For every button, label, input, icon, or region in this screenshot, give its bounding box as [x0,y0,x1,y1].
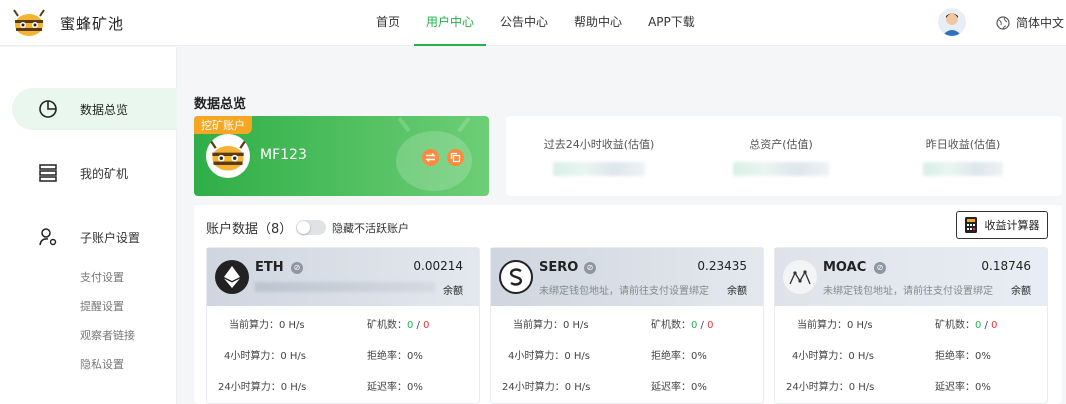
nav-app-download[interactable]: APP下载 [636,0,707,46]
user-avatar[interactable] [938,8,966,36]
miner-count: 矿机数：0 / 0 [367,320,430,331]
coin-balance: 0.00214 [413,259,463,273]
mining-account-name: MF123 [260,147,307,163]
copy-icon[interactable] [447,149,464,166]
hashrate-now: 当前算力：0 H/s [229,320,305,331]
reject-rate: 拒绝率：0% [935,351,991,362]
earnings-summary: 过去24小时收益(估值) 总资产(估值) 昨日收益(估值) [506,116,1062,196]
pie-chart-icon [36,97,60,121]
accounts-panel: 账户数据（8） 隐藏不活跃账户 收益计算器 ETH ⊘ 0.00214 余额 当… [194,205,1062,404]
hidden-wallet-address [255,282,435,292]
bee-logo-icon[interactable] [12,8,46,38]
accounts-title: 账户数据（8） [206,222,293,237]
hidden-value [923,162,1003,176]
hashrate-4h: 4小时算力：0 H/s [508,351,591,362]
sidebar-item-label: 我的矿机 [80,166,129,181]
stat-24h-earnings: 过去24小时收益(估值) [524,136,674,176]
latency-rate: 延迟率：0% [651,382,707,393]
coin-name: SERO [539,260,579,275]
server-icon [36,161,60,185]
coin-name: ETH [255,260,284,275]
hashrate-24h: 24小时算力：0 H/s [218,382,307,393]
stat-yesterday-earnings: 昨日收益(估值) [888,136,1038,176]
hidden-value [553,162,645,176]
earnings-calculator-button[interactable]: 收益计算器 [956,211,1048,239]
moac-icon [783,260,817,294]
stat-label: 过去24小时收益(估值) [543,138,655,151]
coin-card-header: MOAC ⊘ 未绑定钱包地址，请前往支付设置绑定 0.18746 余额 [775,248,1047,306]
coin-balance: 0.23435 [697,259,747,273]
main-nav: 首页 用户中心 公告中心 帮助中心 APP下载 [364,0,709,46]
nav-help[interactable]: 帮助中心 [562,0,634,46]
latency-rate: 延迟率：0% [367,382,423,393]
hashrate-4h: 4小时算力：0 H/s [224,351,307,362]
reject-rate: 拒绝率：0% [651,351,707,362]
sidebar-item-miners[interactable]: 我的矿机 [12,152,177,194]
hidden-value [733,162,829,176]
hashrate-24h: 24小时算力：0 H/s [502,382,591,393]
language-switch[interactable]: 简体中文 [996,14,1064,31]
calculator-label: 收益计算器 [984,219,1040,232]
coin-card-eth[interactable]: ETH ⊘ 0.00214 余额 当前算力：0 H/s 矿机数：0 / 0 4小… [206,247,480,404]
globe-icon [996,15,1010,30]
coin-name: MOAC [823,260,867,275]
sidebar-sub-alerts[interactable]: 提醒设置 [80,298,124,314]
sidebar-item-sub-accounts[interactable]: 子账户设置 [12,216,177,258]
hide-inactive-label: 隐藏不活跃账户 [332,222,409,235]
coin-card-sero[interactable]: SERO ⊘ 未绑定钱包地址，请前往支付设置绑定 0.23435 余额 当前算力… [490,247,764,404]
hide-inactive-toggle[interactable] [296,220,326,235]
balance-label: 余额 [727,286,747,297]
top-header: 蜜蜂矿池 首页 用户中心 公告中心 帮助中心 APP下载 简体中文 [0,0,1066,46]
unbound-wallet-notice[interactable]: 未绑定钱包地址，请前往支付设置绑定 [539,282,709,297]
nav-home[interactable]: 首页 [364,0,412,46]
sidebar-sub-payment[interactable]: 支付设置 [80,269,124,285]
link-icon[interactable]: ⊘ [874,262,886,274]
sero-icon [499,260,533,294]
reject-rate: 拒绝率：0% [367,351,423,362]
hashrate-4h: 4小时算力：0 H/s [792,351,875,362]
coin-balance: 0.18746 [981,259,1031,273]
sidebar-item-label: 数据总览 [80,102,129,117]
hashrate-now: 当前算力：0 H/s [513,320,589,331]
stat-label: 总资产(估值) [749,138,813,151]
swap-icon[interactable] [422,149,439,166]
coin-card-moac[interactable]: MOAC ⊘ 未绑定钱包地址，请前往支付设置绑定 0.18746 余额 当前算力… [774,247,1048,404]
stat-label: 昨日收益(估值) [925,138,1001,151]
balance-label: 余额 [1011,286,1031,297]
coin-card-header: SERO ⊘ 未绑定钱包地址，请前往支付设置绑定 0.23435 余额 [491,248,763,306]
balance-label: 余额 [443,286,463,297]
link-icon[interactable]: ⊘ [584,262,596,274]
sidebar-item-label: 子账户设置 [80,230,141,245]
hashrate-24h: 24小时算力：0 H/s [786,382,875,393]
language-label: 简体中文 [1016,16,1065,30]
nav-user-center[interactable]: 用户中心 [414,0,487,46]
stat-total-assets: 总资产(估值) [706,136,856,176]
ethereum-icon [215,260,249,294]
latency-rate: 延迟率：0% [935,382,991,393]
sidebar-sub-privacy[interactable]: 隐私设置 [80,356,124,372]
miner-count: 矿机数：0 / 0 [651,320,714,331]
mining-account-card: 挖矿账户 MF123 [194,116,489,196]
page-title: 数据总览 [194,97,247,112]
sidebar-item-overview[interactable]: 数据总览 [12,88,177,130]
sidebar: 数据总览 我的矿机 子账户设置 支付设置 提醒设置 观察者链接 隐私设置 [0,47,177,404]
hashrate-now: 当前算力：0 H/s [797,320,873,331]
brand-name[interactable]: 蜜蜂矿池 [60,13,124,34]
nav-announcements[interactable]: 公告中心 [488,0,560,46]
link-icon[interactable]: ⊘ [291,262,303,274]
miner-count: 矿机数：0 / 0 [935,320,998,331]
calculator-icon [964,217,977,233]
unbound-wallet-notice[interactable]: 未绑定钱包地址，请前往支付设置绑定 [823,282,993,297]
bee-avatar-icon [206,134,250,178]
user-settings-icon [36,225,60,249]
coin-card-header: ETH ⊘ 0.00214 余额 [207,248,479,306]
sidebar-sub-observer-link[interactable]: 观察者链接 [80,327,135,343]
mining-account-tag: 挖矿账户 [194,116,252,134]
